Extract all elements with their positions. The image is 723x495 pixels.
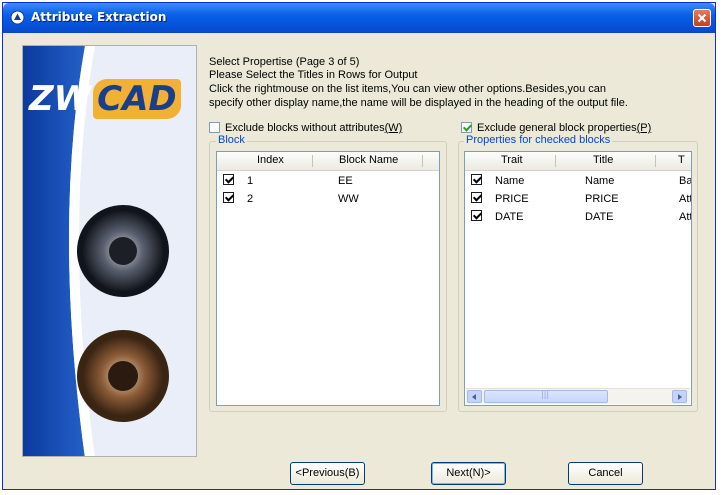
property-row[interactable]: DATE DATE Att: [465, 208, 691, 226]
scroll-left-button[interactable]: [467, 390, 482, 403]
column-block-name[interactable]: Block Name: [339, 154, 398, 166]
exclude-no-attributes-hotkey: (W): [384, 122, 403, 134]
properties-group-label: Properties for checked blocks: [464, 134, 613, 146]
property-row-checkbox[interactable]: [471, 210, 482, 221]
next-button[interactable]: Next(N)>: [431, 462, 506, 485]
block-name: WW: [338, 193, 359, 205]
property-row[interactable]: Name Name Ba: [465, 172, 691, 190]
title-bar[interactable]: Attribute Extraction: [3, 3, 715, 33]
exclude-general-properties-checkbox[interactable]: [461, 122, 472, 133]
column-divider[interactable]: [555, 155, 556, 167]
previous-button[interactable]: <Previous(B): [290, 462, 365, 485]
property-type: Att: [679, 211, 692, 223]
scroll-right-button[interactable]: [672, 390, 687, 403]
zwcad-logo: ZW CAD: [29, 79, 181, 119]
property-trait: PRICE: [495, 193, 529, 205]
exclude-general-properties-label: Exclude general block properties: [477, 122, 637, 134]
column-title[interactable]: Title: [593, 154, 613, 166]
scroll-grip: |||: [541, 390, 550, 399]
column-type[interactable]: T: [678, 154, 685, 166]
exclude-general-properties-hotkey: (P): [636, 122, 652, 134]
side-banner: ZW CAD: [22, 45, 197, 457]
page-heading: Select Propertise (Page 3 of 5): [209, 56, 360, 68]
block-group-label: Block: [216, 134, 247, 146]
property-row-checkbox[interactable]: [471, 174, 482, 185]
logo-suffix: CAD: [93, 79, 181, 119]
instruction-line-2: Click the rightmouse on the list items,Y…: [209, 83, 607, 95]
property-title: Name: [585, 175, 615, 187]
properties-group: Properties for checked blocks Trait Titl…: [458, 134, 698, 412]
exclude-no-attributes-label: Exclude blocks without attributes: [225, 122, 385, 134]
exclude-general-properties-option[interactable]: Exclude general block properties(P): [461, 122, 651, 134]
property-type: Att: [679, 193, 692, 205]
close-button[interactable]: [693, 9, 711, 27]
attribute-extraction-dialog: Attribute Extraction ZW CAD Select Prope…: [2, 2, 716, 490]
property-title: PRICE: [585, 193, 619, 205]
cancel-button[interactable]: Cancel: [568, 462, 643, 485]
app-icon: [10, 10, 25, 25]
chevron-right-icon: [678, 394, 682, 400]
property-title: DATE: [585, 211, 614, 223]
properties-list[interactable]: Trait Title T Name Name Ba PRICE PRICE A…: [464, 151, 692, 406]
block-list-header: Index Block Name: [217, 152, 439, 171]
horizontal-scrollbar[interactable]: |||: [466, 388, 690, 404]
block-group: Block Index Block Name 1 EE 2 WW: [209, 134, 447, 412]
block-row[interactable]: 2 WW: [217, 190, 439, 208]
instruction-line-1: Please Select the Titles in Rows for Out…: [209, 69, 418, 81]
block-row-checkbox[interactable]: [223, 174, 234, 185]
block-row-checkbox[interactable]: [223, 192, 234, 203]
property-type: Ba: [679, 175, 692, 187]
column-divider[interactable]: [312, 155, 313, 167]
exclude-no-attributes-checkbox[interactable]: [209, 122, 220, 133]
instruction-line-3: specify other display name,the name will…: [209, 97, 628, 109]
column-index[interactable]: Index: [257, 154, 284, 166]
window-title: Attribute Extraction: [31, 10, 167, 24]
block-name: EE: [338, 175, 353, 187]
block-list[interactable]: Index Block Name 1 EE 2 WW: [216, 151, 440, 406]
property-trait: Name: [495, 175, 525, 187]
property-row-checkbox[interactable]: [471, 192, 482, 203]
column-divider[interactable]: [655, 155, 656, 167]
exclude-no-attributes-option[interactable]: Exclude blocks without attributes(W): [209, 122, 402, 134]
column-divider[interactable]: [422, 155, 423, 167]
properties-list-header: Trait Title T: [465, 152, 691, 171]
property-trait: DATE: [495, 211, 524, 223]
block-index: 1: [247, 175, 254, 187]
scroll-thumb[interactable]: |||: [484, 390, 608, 403]
logo-prefix: ZW: [29, 79, 92, 119]
property-row[interactable]: PRICE PRICE Att: [465, 190, 691, 208]
column-trait[interactable]: Trait: [501, 154, 523, 166]
block-index: 2: [247, 193, 254, 205]
block-row[interactable]: 1 EE: [217, 172, 439, 190]
chevron-left-icon: [472, 394, 476, 400]
close-icon: [697, 13, 707, 23]
